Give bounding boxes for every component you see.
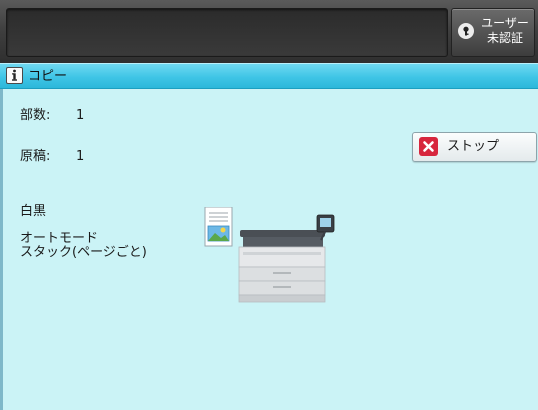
user-status-label: ユーザー 未認証 bbox=[481, 16, 529, 45]
close-x-icon bbox=[419, 137, 438, 156]
info-icon bbox=[6, 67, 23, 84]
job-status-panel: 部数: 1 原稿: 1 白黒 オートモード スタック(ページごと) ストップ bbox=[0, 89, 538, 410]
key-icon bbox=[458, 23, 474, 39]
top-bar: ユーザー 未認証 bbox=[0, 0, 538, 63]
originals-label: 原稿: bbox=[20, 149, 51, 164]
stop-button-label: ストップ bbox=[447, 139, 500, 154]
setting-line-2: スタック(ページごと) bbox=[20, 245, 147, 260]
copy-job-illustration bbox=[203, 206, 343, 311]
screen-title: コピー bbox=[28, 69, 68, 84]
originals-value: 1 bbox=[76, 149, 85, 164]
screen-title-bar: コピー bbox=[0, 63, 538, 89]
copies-value: 1 bbox=[76, 108, 85, 123]
message-area bbox=[6, 8, 448, 57]
copies-row: 部数: 1 bbox=[20, 108, 84, 124]
stop-button[interactable]: ストップ bbox=[412, 132, 537, 162]
multifunction-printer-icon bbox=[204, 206, 335, 303]
originals-row: 原稿: 1 bbox=[20, 149, 84, 165]
color-mode: 白黒 bbox=[20, 204, 47, 219]
user-auth-button[interactable]: ユーザー 未認証 bbox=[451, 8, 535, 57]
document-icon bbox=[204, 206, 233, 247]
copies-label: 部数: bbox=[20, 108, 51, 123]
